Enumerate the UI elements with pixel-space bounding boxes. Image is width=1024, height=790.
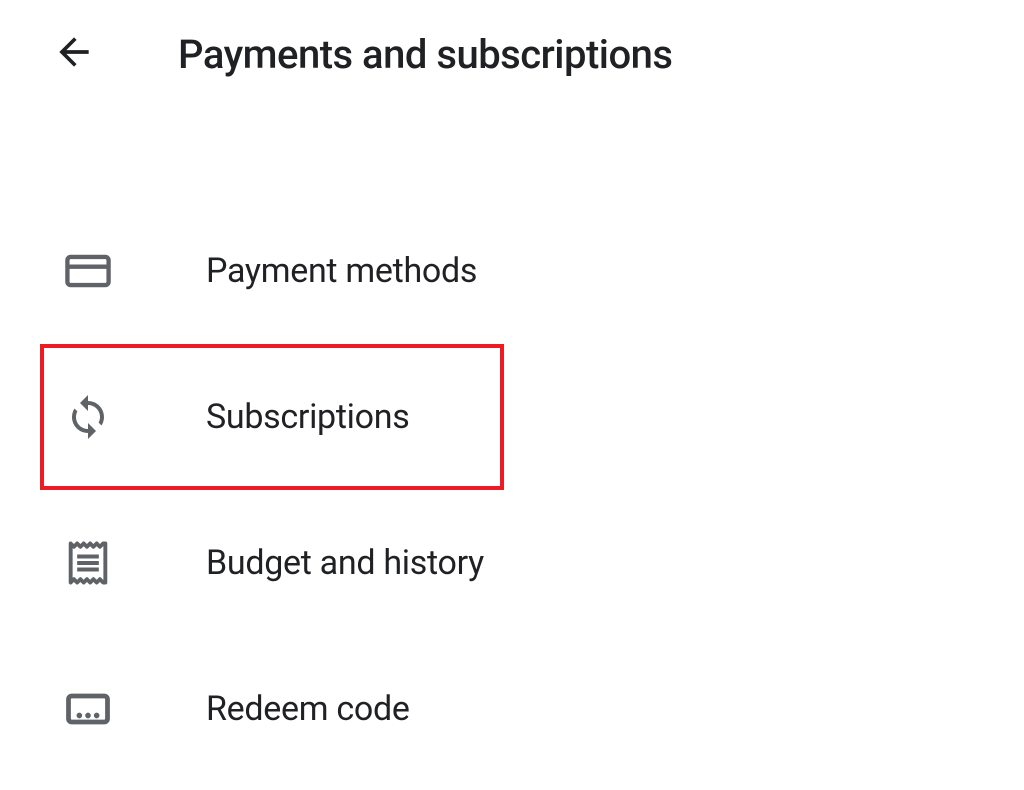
menu-item-label: Subscriptions: [206, 397, 409, 437]
credit-card-icon: [60, 243, 116, 299]
menu-item-label: Payment methods: [206, 251, 477, 291]
menu-list: Payment methods Subscriptions Budget and…: [0, 98, 1024, 782]
menu-item-label: Budget and history: [206, 543, 484, 583]
receipt-icon: [60, 535, 116, 591]
menu-item-redeem-code[interactable]: Redeem code: [0, 636, 1024, 782]
menu-item-payment-methods[interactable]: Payment methods: [0, 198, 1024, 344]
arrow-back-icon: [52, 30, 96, 78]
menu-item-label: Redeem code: [206, 689, 410, 729]
page-title: Payments and subscriptions: [178, 31, 673, 78]
sync-icon: [60, 389, 116, 445]
header: Payments and subscriptions: [0, 0, 1024, 98]
back-button[interactable]: [50, 30, 98, 78]
menu-item-subscriptions[interactable]: Subscriptions: [40, 344, 504, 490]
redeem-icon: [60, 681, 116, 737]
menu-item-budget-history[interactable]: Budget and history: [0, 490, 1024, 636]
